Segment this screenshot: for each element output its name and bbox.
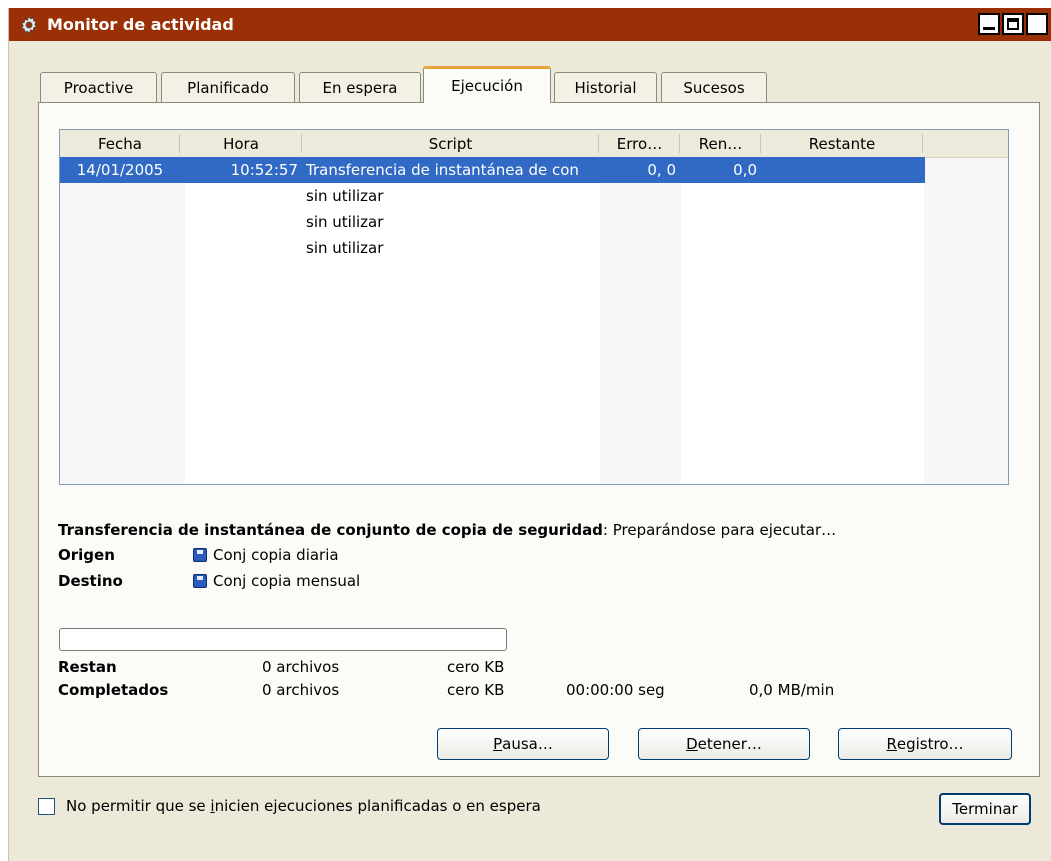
table-row[interactable]: sin utilizar (60, 235, 599, 261)
restan-label: Restan (58, 658, 117, 676)
cell-script: sin utilizar (306, 239, 384, 257)
cell-script: Transferencia de instantánea de con (306, 161, 579, 179)
tab-sucesos[interactable]: Sucesos (661, 72, 767, 102)
title-bar[interactable]: Monitor de actividad X (9, 8, 1051, 41)
tab-planificado[interactable]: Planificado (161, 72, 295, 102)
tab-en-espera[interactable]: En espera (299, 72, 421, 102)
completados-time: 00:00:00 seg (566, 681, 665, 699)
column-header-restante[interactable]: Restante (761, 130, 923, 157)
column-header-errores[interactable]: Erro… (599, 130, 680, 157)
column-header-fecha[interactable]: Fecha (60, 130, 180, 157)
completados-size: cero KB (447, 681, 505, 699)
maximize-button[interactable] (1002, 13, 1024, 35)
window-title: Monitor de actividad (47, 15, 234, 34)
cell-rendimiento: 0,0 (733, 161, 757, 179)
job-name: Transferencia de instantánea de conjunto… (58, 521, 603, 539)
cell-fecha: 14/01/2005 (76, 161, 164, 179)
restan-size: cero KB (447, 658, 505, 676)
tab-ejecucion[interactable]: Ejecución (423, 66, 551, 103)
pause-button[interactable]: Pausa… (437, 728, 609, 760)
job-status-line: Transferencia de instantánea de conjunto… (58, 521, 836, 539)
activity-monitor-window: Monitor de actividad X Proactive Planifi… (8, 8, 1051, 861)
cell-script: sin utilizar (306, 213, 384, 231)
job-state: : Preparándose para ejecutar… (602, 521, 837, 539)
cell-script: sin utilizar (306, 187, 384, 205)
column-header-rendimiento[interactable]: Ren… (680, 130, 761, 157)
tab-proactive[interactable]: Proactive (40, 72, 157, 102)
completados-files: 0 archivos (262, 681, 340, 699)
minimize-button[interactable] (978, 13, 1000, 35)
column-header-hora[interactable]: Hora (180, 130, 302, 157)
backup-set-icon (193, 574, 207, 588)
disable-scheduled-checkbox[interactable] (38, 798, 55, 815)
backup-set-icon (193, 548, 207, 562)
cell-hora: 10:52:57 (230, 161, 298, 179)
gear-icon (19, 15, 39, 35)
tab-strip: Proactive Planificado En espera Ejecució… (9, 62, 1051, 103)
terminar-button[interactable]: Terminar (939, 793, 1031, 825)
tab-historial[interactable]: Historial (554, 72, 657, 102)
completados-rate: 0,0 MB/min (749, 681, 835, 699)
restan-files: 0 archivos (262, 658, 340, 676)
jobs-list[interactable]: Fecha Hora Script Erro… Ren… Restante 14… (59, 129, 1009, 485)
list-header: Fecha Hora Script Erro… Ren… Restante (60, 130, 1008, 158)
table-row[interactable]: 14/01/2005 10:52:57 Transferencia de ins… (60, 157, 925, 183)
origen-label: Origen (58, 546, 115, 564)
close-button[interactable]: X (1026, 13, 1048, 35)
progress-bar (59, 628, 507, 651)
origen-value: Conj copia diaria (193, 546, 339, 564)
execution-panel: Fecha Hora Script Erro… Ren… Restante 14… (38, 102, 1040, 777)
destino-label: Destino (58, 572, 123, 590)
disable-scheduled-label[interactable]: No permitir que se inicien ejecuciones p… (66, 797, 541, 815)
log-button[interactable]: Registro… (838, 728, 1012, 760)
stop-button[interactable]: Detener… (638, 728, 810, 760)
table-row[interactable]: sin utilizar (60, 209, 599, 235)
table-row[interactable]: sin utilizar (60, 183, 599, 209)
column-header-script[interactable]: Script (302, 130, 599, 157)
cell-errores: 0, 0 (647, 161, 676, 179)
destino-value: Conj copia mensual (193, 572, 360, 590)
completados-label: Completados (58, 681, 169, 699)
